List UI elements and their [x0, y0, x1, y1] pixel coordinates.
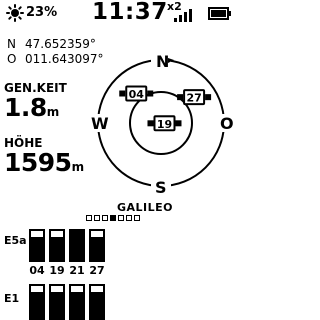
signal-bar	[69, 284, 85, 320]
status-bar: 23% 11:37 x2	[0, 0, 240, 26]
page-dot	[102, 215, 108, 221]
altitude-unit: m	[71, 160, 85, 174]
satellite-marker: 04	[119, 85, 154, 102]
signal-bar	[49, 229, 65, 262]
compass-east: O	[220, 114, 234, 133]
satellite-prn: 27	[186, 92, 201, 105]
satellite-marker: 19	[147, 115, 182, 132]
longitude-label: O	[7, 52, 17, 66]
signal-bar-fill	[51, 292, 63, 318]
compass-west: W	[91, 114, 109, 133]
signal-bar	[29, 229, 45, 262]
signal-bars-icon	[174, 9, 192, 22]
compass-south: S	[155, 178, 167, 197]
compass-north: N	[156, 52, 169, 71]
page-dot	[134, 215, 140, 221]
signal-bar-fill	[31, 292, 43, 318]
prn-label: 21	[69, 264, 85, 277]
signal-bar	[89, 284, 105, 320]
signal-bars-e1	[29, 284, 105, 320]
latitude-row: N 47.652359°	[7, 37, 96, 51]
band-label-e5a: E5a	[4, 234, 27, 247]
page-dot	[110, 215, 116, 221]
signal-bar-fill	[31, 236, 43, 260]
prn-label: 27	[89, 264, 105, 277]
speed-number: 1.8	[4, 93, 47, 122]
battery-percent: 23%	[26, 5, 58, 20]
latitude-label: N	[7, 37, 16, 51]
page-dot	[86, 215, 92, 221]
signal-bar-fill	[71, 231, 83, 260]
prn-labels: 04 19 21 27	[29, 264, 105, 277]
satellite-sky-view: N O S W 04 27 19	[89, 52, 234, 197]
signal-bar-fill	[51, 236, 63, 260]
satellite-marker: 27	[177, 89, 212, 106]
signal-bar-fill	[71, 292, 83, 318]
signal-bar	[29, 284, 45, 320]
altitude-value: 1595m	[4, 148, 84, 177]
page-dot	[94, 215, 100, 221]
signal-bar-fill	[91, 292, 103, 318]
signal-bar-fill	[91, 236, 103, 260]
page-indicator	[86, 215, 140, 221]
sun-icon	[6, 4, 24, 22]
satellite-prn: 19	[157, 118, 172, 131]
signal-bar	[69, 229, 85, 262]
clock: 11:37	[92, 0, 168, 25]
signal-bar	[89, 229, 105, 262]
speed-unit: m	[46, 105, 60, 119]
prn-label: 04	[29, 264, 45, 277]
constellation-name: GALILEO	[117, 201, 174, 214]
prn-label: 19	[49, 264, 65, 277]
page-dot	[118, 215, 124, 221]
speed-value: 1.8m	[4, 93, 59, 122]
page-dot	[126, 215, 132, 221]
satellite-prn: 04	[129, 88, 145, 101]
signal-bars-e5a	[29, 229, 105, 262]
signal-bar	[49, 284, 65, 320]
altitude-number: 1595	[4, 148, 72, 177]
battery-icon	[208, 7, 231, 20]
band-label-e1: E1	[4, 292, 20, 305]
